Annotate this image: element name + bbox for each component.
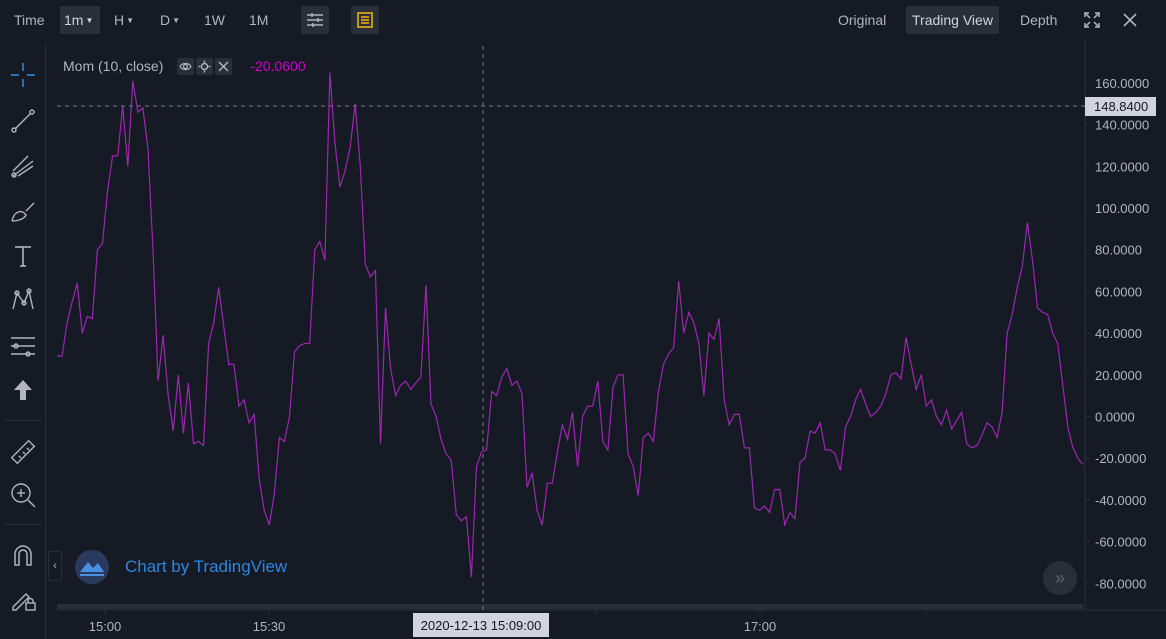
y-tick-label: 0.0000 xyxy=(1095,410,1135,425)
pitchfork-icon xyxy=(11,155,34,178)
levels-icon xyxy=(11,337,35,357)
close-button[interactable] xyxy=(1120,10,1140,30)
brush-tool[interactable] xyxy=(8,197,38,227)
time-label: Time xyxy=(14,12,45,28)
trend-line-tool[interactable] xyxy=(8,106,38,136)
chevron-left-icon: ‹ xyxy=(53,560,57,572)
y-tick-label: 60.0000 xyxy=(1095,284,1142,299)
sliders-icon xyxy=(307,13,323,27)
settings-button[interactable] xyxy=(196,57,214,75)
remove-indicator-button[interactable] xyxy=(215,57,233,75)
chart-settings-button[interactable] xyxy=(301,6,329,34)
pattern-icon xyxy=(12,288,34,310)
magnet-icon xyxy=(14,545,32,566)
zoom-in-icon xyxy=(11,483,36,508)
caret-down-icon: ▼ xyxy=(172,16,181,26)
text-icon xyxy=(15,246,31,267)
toolbar-divider xyxy=(4,420,42,421)
watermark-text: Chart by TradingView xyxy=(125,557,288,576)
brush-icon xyxy=(11,202,35,222)
y-tick-label: -80.0000 xyxy=(1095,576,1146,591)
interval-1m-button[interactable]: 1m ▼ xyxy=(60,6,100,34)
pattern-tool[interactable] xyxy=(8,285,38,315)
caret-down-icon: ▼ xyxy=(126,16,135,26)
indicator-value: -20.0600 xyxy=(250,58,306,74)
interval-h-label: H xyxy=(114,12,125,28)
toolbar-divider xyxy=(4,524,42,525)
top-toolbar: Time 1m ▼ H ▼ D ▼ 1W 1M Original Trading Vi… xyxy=(0,0,1166,40)
visibility-button[interactable] xyxy=(177,57,195,75)
fib-tool[interactable] xyxy=(8,151,38,181)
lock-drawings-tool[interactable] xyxy=(8,584,38,614)
indicators-button[interactable] xyxy=(351,6,379,34)
magnet-tool[interactable] xyxy=(8,541,38,571)
y-tick-label: -60.0000 xyxy=(1095,535,1146,550)
y-tick-label: 120.0000 xyxy=(1095,159,1149,174)
interval-h-button[interactable]: H ▼ xyxy=(110,6,138,34)
caret-down-icon: ▼ xyxy=(85,16,94,26)
drawing-toolbar xyxy=(0,44,46,639)
x-tick-label: 15:00 xyxy=(89,619,122,634)
gear-icon xyxy=(198,60,211,72)
trend-line-icon xyxy=(11,109,35,133)
view-original-tab[interactable]: Original xyxy=(834,6,890,34)
text-tool[interactable] xyxy=(8,241,38,271)
arrow-up-icon xyxy=(14,380,32,400)
close-icon xyxy=(1123,13,1137,27)
chart-area[interactable]: 160.0000 140.0000 120.0000 100.0000 80.0000 6… xyxy=(0,0,1166,639)
crosshair-icon xyxy=(11,63,35,87)
interval-1m-month-button[interactable]: 1M xyxy=(245,6,272,34)
x-tick-label: 15:30 xyxy=(253,619,286,634)
fullscreen-button[interactable] xyxy=(1082,10,1102,30)
collapse-toolbar-button[interactable]: ‹ xyxy=(48,551,62,581)
y-tick-label: 100.0000 xyxy=(1095,201,1149,216)
y-tick-label: -40.0000 xyxy=(1095,493,1146,508)
arrow-tool[interactable] xyxy=(8,375,38,405)
interval-1m-label: 1m xyxy=(64,12,84,28)
interval-d-label: D xyxy=(160,12,171,28)
fullscreen-icon xyxy=(1084,12,1100,28)
view-depth-tab[interactable]: Depth xyxy=(1016,6,1061,34)
indicator-name: Mom (10, close) xyxy=(63,58,164,74)
ruler-tool[interactable] xyxy=(8,437,38,467)
double-chevron-right-icon: » xyxy=(1054,567,1065,588)
momentum-line xyxy=(57,72,1084,578)
time-scrollbar[interactable] xyxy=(57,604,1083,609)
y-tick-label: 20.0000 xyxy=(1095,368,1142,383)
ruler-icon xyxy=(10,439,36,465)
crosshair-price-label: 148.8400 xyxy=(1094,99,1148,114)
crosshair-tool[interactable] xyxy=(8,60,38,90)
y-tick-label: 140.0000 xyxy=(1095,118,1149,133)
zoom-tool[interactable] xyxy=(8,480,38,510)
list-icon xyxy=(357,12,373,28)
crosshair-time-label: 2020-12-13 15:09:00 xyxy=(421,618,542,633)
scroll-to-realtime-button[interactable]: » xyxy=(1043,561,1077,595)
tradingview-watermark[interactable]: Chart by TradingView xyxy=(75,550,287,584)
x-tick-label: 17:00 xyxy=(744,619,777,634)
interval-1w-button[interactable]: 1W xyxy=(200,6,229,34)
y-tick-label: 80.0000 xyxy=(1095,243,1142,258)
interval-d-button[interactable]: D ▼ xyxy=(156,6,184,34)
close-icon xyxy=(218,60,229,72)
pencil-lock-icon xyxy=(12,593,36,611)
indicator-legend: Mom (10, close) -20.0600 xyxy=(63,57,306,75)
view-trading-view-tab[interactable]: Trading View xyxy=(906,6,999,34)
tradingview-logo-icon xyxy=(75,550,109,584)
eye-icon xyxy=(179,62,193,70)
measure-levels-tool[interactable] xyxy=(8,331,38,361)
y-tick-label: 40.0000 xyxy=(1095,326,1142,341)
y-tick-label: -20.0000 xyxy=(1095,451,1146,466)
y-tick-label: 160.0000 xyxy=(1095,76,1149,91)
